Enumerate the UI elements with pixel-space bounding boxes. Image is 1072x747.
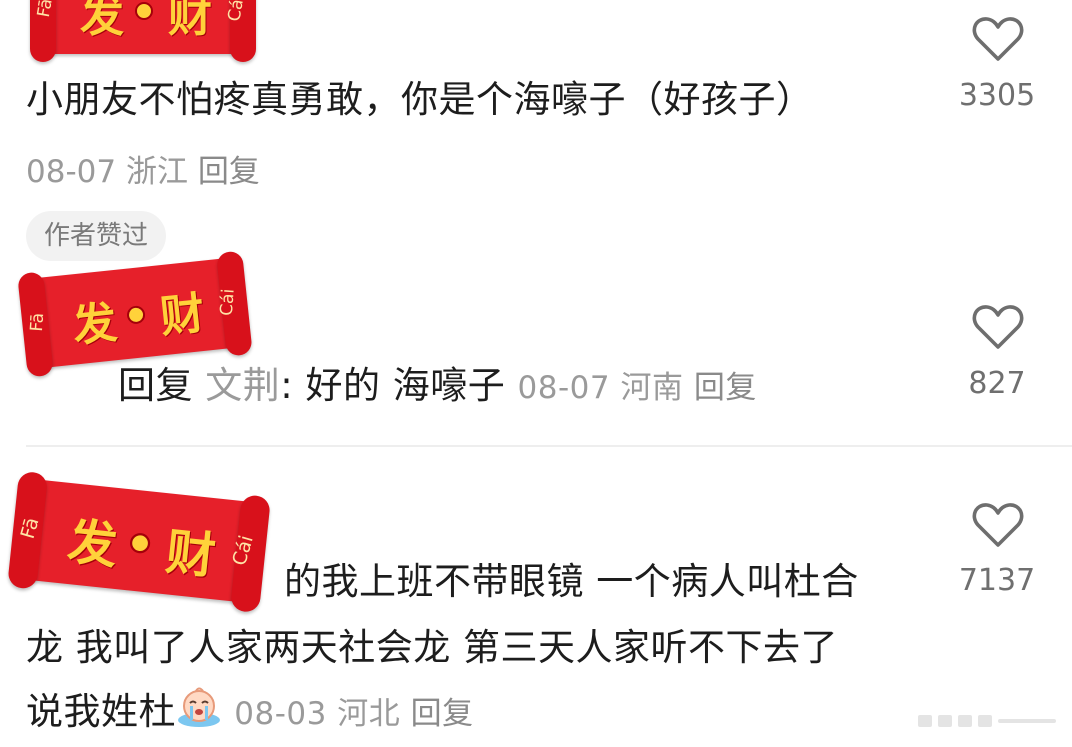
fa-cai-sticker: Fā Cái 发 财: [5, 470, 273, 615]
watermark: [918, 715, 1056, 727]
comment-location: 河南: [620, 370, 684, 406]
comment-date: 08-07: [517, 370, 611, 406]
comment-divider: [26, 445, 1072, 447]
comment-text-line: 龙 我叫了人家两天社会龙 第三天人家听不下去了: [26, 626, 839, 669]
fa-cai-sticker: Fā Cái 发 财: [28, 0, 258, 63]
reply-button[interactable]: 回复: [198, 154, 260, 190]
reply-text: 回复 文荆: 好的 海嚎子 08-07 河南 回复: [118, 358, 757, 416]
reply-to-username[interactable]: 文荆: [205, 364, 280, 407]
comment-feed: Fā Cái 发 财 小朋友不怕疼真勇敢，你是个海嚎子（好孩子） 08-07 浙…: [0, 0, 1072, 747]
comment-text: 小朋友不怕疼真勇敢，你是个海嚎子（好孩子）: [26, 78, 814, 121]
like-count: 827: [968, 366, 1026, 401]
reply-button[interactable]: 回复: [411, 696, 474, 732]
heart-outline-icon[interactable]: [972, 304, 1024, 350]
heart-outline-icon[interactable]: [972, 16, 1024, 62]
author-liked-badge: 作者赞过: [26, 211, 167, 261]
comment-text-line: 的我上班不带眼镜 一个病人叫杜合: [284, 560, 859, 603]
reply-prefix: 回复: [118, 364, 193, 407]
comment-date: 08-03: [234, 696, 327, 732]
like-count: 7137: [958, 563, 1036, 598]
comment-date: 08-07: [26, 154, 117, 190]
comment-location: 河北: [337, 696, 401, 732]
comment-meta: 08-07 浙江 回复: [26, 146, 260, 191]
comment-location: 浙江: [125, 154, 188, 190]
reply-separator: :: [280, 364, 294, 407]
comment-text-last-line: 说我姓杜 08-03 河北 回复: [26, 684, 474, 742]
reply-button[interactable]: 回复: [694, 370, 757, 406]
crying-face-emoji: [176, 686, 222, 728]
heart-outline-icon[interactable]: [972, 502, 1024, 548]
like-count: 3305: [958, 78, 1036, 113]
reply-body: 好的 海嚎子: [305, 364, 506, 407]
